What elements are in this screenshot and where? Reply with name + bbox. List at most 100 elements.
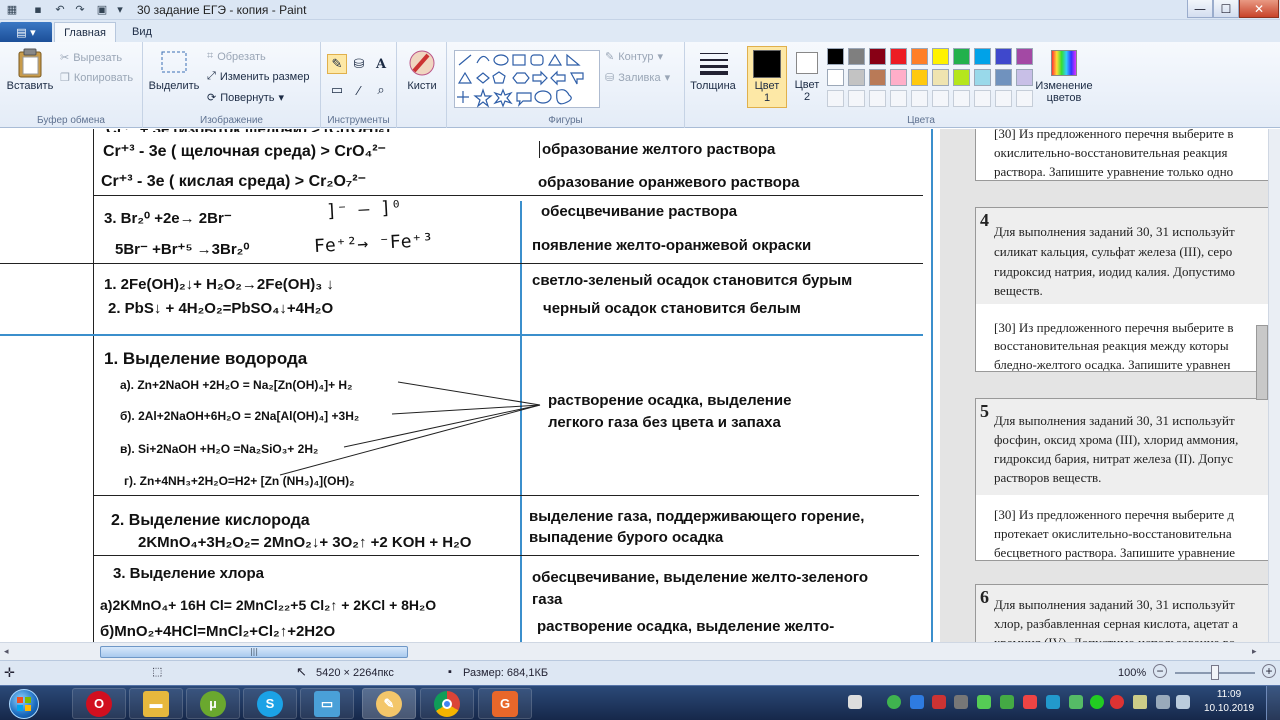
scroll-right-icon[interactable]: ▸ [1252,647,1257,657]
horizontal-scrollbar[interactable]: ◂ ||| ▸ [0,642,1280,660]
minimize-button[interactable]: — [1187,0,1213,18]
tray-app-icon[interactable] [1000,695,1014,709]
custom-color-slot[interactable] [953,90,970,107]
task-text: силикат кальция, сульфат железа (III), с… [994,244,1233,259]
tray-app-icon[interactable] [1023,695,1037,709]
tray-app-icon[interactable] [1069,695,1083,709]
custom-color-slot[interactable] [974,90,991,107]
taskbar-explorer[interactable]: ▬ [129,688,183,719]
zoom-slider-thumb[interactable] [1211,665,1219,680]
tray-app-icon[interactable] [1110,695,1124,709]
taskbar-skype[interactable]: S [243,688,297,719]
palette-swatch[interactable] [911,69,928,86]
copy-button[interactable]: ❐ Копировать [60,71,133,85]
resize-button[interactable]: ⤢ Изменить размер [207,70,309,83]
hydrogen-result-line1: растворение осадка, выделение [548,392,792,409]
shapes-gallery[interactable] [454,50,600,108]
pencil-icon[interactable]: ✎ [327,54,347,74]
taskbar-paint[interactable]: ✎ [362,688,416,719]
palette-swatch[interactable] [869,48,886,65]
custom-color-slot[interactable] [848,90,865,107]
scroll-left-icon[interactable]: ◂ [4,647,9,657]
palette-swatch[interactable] [848,69,865,86]
palette-swatch[interactable] [890,69,907,86]
edit-colors-button[interactable]: Изменение цветов [1031,48,1097,104]
palette-swatch[interactable] [848,48,865,65]
undo-icon[interactable]: ↶ [52,2,68,17]
tray-app-icon[interactable] [1090,695,1104,709]
brushes-button[interactable]: Кисти [403,48,441,92]
palette-swatch[interactable] [953,48,970,65]
palette-swatch[interactable] [827,48,844,65]
paste-button[interactable]: Вставить [4,48,56,92]
palette-swatch[interactable] [974,69,991,86]
taskbar-opera[interactable]: O [72,688,126,719]
select-button[interactable]: Выделить [149,48,199,92]
fill-bucket-icon[interactable]: ⛁ [349,54,369,74]
tray-network-icon[interactable] [1156,695,1170,709]
drawing-canvas[interactable]: Cr⁺³ + 3e (избыток щелочи) > [Cr(OH)₆]³⁻… [0,129,1268,642]
task-card-4: 4 Для выполнения заданий 30, 31 использу… [975,207,1268,372]
tab-home[interactable]: Главная [54,22,116,42]
close-button[interactable]: ✕ [1239,0,1279,18]
quick-access-icon[interactable]: ▣ [94,2,110,17]
save-icon[interactable]: ▪ [30,2,46,17]
crop-button[interactable]: ⌗ Обрезать [207,50,266,63]
palette-swatch[interactable] [995,69,1012,86]
rotate-button[interactable]: ⟳ Повернуть ▾ [207,91,284,105]
palette-swatch[interactable] [932,48,949,65]
maximize-button[interactable]: ☐ [1213,0,1239,18]
palette-swatch[interactable] [953,69,970,86]
palette-swatch[interactable] [974,48,991,65]
vertical-scrollbar[interactable] [1268,129,1280,642]
tray-pen-icon[interactable] [848,695,862,709]
color-picker-icon[interactable]: ⁄ [349,80,369,100]
customize-quick-access-icon[interactable]: ▾ [112,2,128,17]
tray-volume-icon[interactable] [1176,695,1190,709]
custom-color-slot[interactable] [827,90,844,107]
horizontal-scroll-thumb[interactable]: ||| [100,646,408,658]
tray-bluetooth-icon[interactable] [910,695,924,709]
start-button[interactable] [4,687,44,720]
taskbar-clock[interactable]: 11:09 10.10.2019 [1198,688,1260,716]
tray-settings-icon[interactable] [954,695,968,709]
tab-view[interactable]: Вид [120,22,164,42]
taskbar-utorrent[interactable]: µ [186,688,240,719]
color2-button[interactable]: Цвет 2 [789,46,825,108]
custom-color-slot[interactable] [869,90,886,107]
show-desktop-button[interactable] [1266,686,1280,720]
taskbar-pdf[interactable]: G [478,688,532,719]
zoom-in-button[interactable]: + [1262,664,1276,678]
fill-button[interactable]: ⛁ Заливка ▾ [605,71,670,85]
taskbar-window[interactable]: ▭ [300,688,354,719]
magnifier-icon[interactable]: ⌕ [371,80,391,100]
outline-button[interactable]: ✎ Контур ▾ [605,50,663,64]
thickness-button[interactable]: Толщина [687,48,739,92]
palette-swatch[interactable] [911,48,928,65]
redo-icon[interactable]: ↷ [72,2,88,17]
custom-color-slot[interactable] [911,90,928,107]
zoom-out-button[interactable]: − [1153,664,1167,678]
task-text: [30] Из предложенного перечня выберите д [994,507,1235,522]
tray-skype-icon[interactable] [1046,695,1060,709]
palette-swatch[interactable] [932,69,949,86]
taskbar-chrome[interactable] [420,688,474,719]
tray-nvidia-icon[interactable] [977,695,991,709]
edit-colors-label: Изменение цветов [1035,80,1093,104]
color1-button[interactable]: Цвет 1 [747,46,787,108]
file-menu-button[interactable]: ▤ ▾ [0,22,52,42]
palette-swatch[interactable] [890,48,907,65]
tray-check-icon[interactable] [887,695,901,709]
custom-color-slot[interactable] [995,90,1012,107]
custom-color-slot[interactable] [890,90,907,107]
cut-button[interactable]: ✂ Вырезать [60,51,122,65]
tray-antivirus-icon[interactable] [932,695,946,709]
palette-swatch[interactable] [827,69,844,86]
tray-flag-icon[interactable] [1133,695,1147,709]
text-tool-icon[interactable]: A [371,54,391,74]
palette-swatch[interactable] [995,48,1012,65]
palette-swatch[interactable] [869,69,886,86]
eraser-icon[interactable]: ▭ [327,80,347,100]
custom-color-slot[interactable] [932,90,949,107]
paint-app-icon[interactable]: ▦ [4,2,20,17]
